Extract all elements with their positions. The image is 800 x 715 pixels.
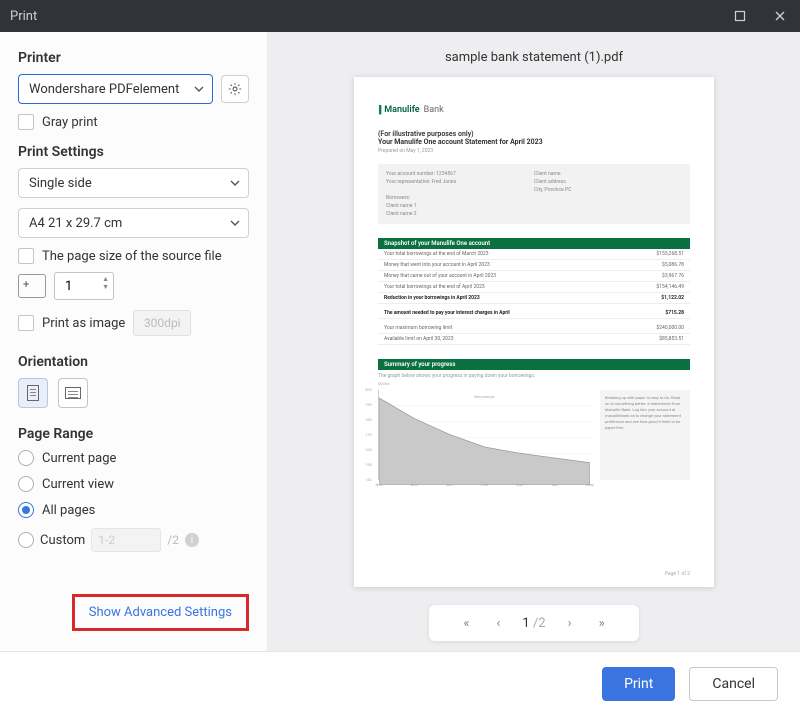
document-filename: sample bank statement (1).pdf [445,50,623,65]
pager-current: 1 [522,616,529,631]
maximize-icon [734,10,746,22]
preview-panel: sample bank statement (1).pdf ||| Manuli… [268,32,800,651]
chevron-down-icon [230,178,240,188]
copies-input[interactable]: 1 ▲▼ [54,272,114,300]
copies-value: 1 [65,279,72,294]
preview-line1: (For illustrative purposes only) [378,130,690,138]
dpi-input: 300dpi [133,310,191,336]
close-icon [774,10,786,22]
show-advanced-settings-link[interactable]: Show Advanced Settings [72,594,249,631]
gear-icon [228,82,242,96]
account-info-box: Your account number: 1234567Your represe… [378,164,690,224]
last-page-button[interactable]: » [594,616,610,631]
copies-icon [18,274,46,298]
label-current-view: Current view [42,477,114,492]
print-button[interactable]: Print [602,667,675,701]
radio-custom[interactable] [18,532,34,548]
table-row: Money that came out of your account in A… [378,271,690,282]
portrait-icon [27,385,39,401]
brand-sub: Bank [424,105,444,115]
preview-prepared: Prepared on May 1, 2023 [378,148,690,154]
radio-current-page[interactable] [18,450,34,466]
chevron-down-icon [194,84,204,94]
page-preview: ||| Manulife Bank (For illustrative purp… [354,77,714,587]
brand-name: Manulife [384,105,419,115]
page-navigator: « ‹ 1 /2 › » [429,605,639,641]
preview-page-number: Page 1 of 2 [665,571,690,577]
label-custom: Custom [40,533,85,548]
preview-line2: Your Manulife One account Statement for … [378,138,690,146]
side-value: Single side [29,176,92,191]
stepper-arrows-icon[interactable]: ▲▼ [102,275,109,291]
custom-range-input[interactable]: 1-2 [91,528,161,552]
page-range-label: Page Range [18,426,249,442]
printer-properties-button[interactable] [221,75,249,103]
titlebar: Print [0,0,800,32]
table-row: Your total borrowings at the end of Marc… [378,249,690,260]
custom-range-total: /2 [167,533,179,547]
dpi-placeholder: 300dpi [144,316,181,330]
orientation-landscape-button[interactable] [58,378,88,408]
radio-current-view[interactable] [18,476,34,492]
gray-print-label: Gray print [42,115,98,130]
side-select[interactable]: Single side [18,168,249,198]
printer-selected-value: Wondershare PDFelement [29,82,179,97]
prev-page-button[interactable]: ‹ [490,616,506,631]
close-button[interactable] [760,0,800,32]
paper-size-select[interactable]: A4 21 x 29.7 cm [18,208,249,238]
brand-logo-icon: ||| [378,103,380,116]
table-row: Your total borrowings at the end of Apri… [378,282,690,293]
first-page-button[interactable]: « [458,616,474,631]
chevron-down-icon [230,218,240,228]
source-size-checkbox[interactable] [18,248,34,264]
print-dialog: Print Printer Wondershare PDFelement [0,0,800,715]
next-page-button[interactable]: › [562,616,578,631]
printer-section-label: Printer [18,50,249,66]
printer-select[interactable]: Wondershare PDFelement [18,74,213,104]
section2-sub: The graph below shows your progress in p… [378,373,690,379]
table-row: The amount needed to pay your interest c… [378,308,690,319]
table-row: Reduction in your borrowings in April 20… [378,293,690,304]
progress-chart: Borrowings 140150160170180190200 NovDecJ… [378,390,590,480]
table-row: Available limit on April 30, 2023$85,853… [378,334,690,345]
settings-panel: Printer Wondershare PDFelement Gray prin… [0,32,268,651]
landscape-icon [65,387,81,399]
orientation-label: Orientation [18,354,249,370]
source-size-label: The page size of the source file [42,249,222,264]
print-as-image-checkbox[interactable] [18,315,34,331]
cancel-button[interactable]: Cancel [689,667,778,701]
aside-note: Breaking up with paper is easy to do. Re… [600,390,690,480]
gray-print-checkbox[interactable] [18,114,34,130]
custom-range-placeholder: 1-2 [98,533,115,547]
paper-value: A4 21 x 29.7 cm [29,216,122,231]
window-title: Print [10,9,37,24]
table-row: Your maximum borrowing limit$240,000.00 [378,323,690,334]
section2-header: Summary of your progress [378,359,690,370]
section1-header: Snapshot of your Manulife One account [378,238,690,249]
label-current-page: Current page [42,451,116,466]
info-icon[interactable]: i [185,533,199,547]
dialog-footer: Print Cancel [0,651,800,715]
print-as-image-label: Print as image [42,316,125,331]
orientation-portrait-button[interactable] [18,378,48,408]
table-row: Money that went into your account in Apr… [378,260,690,271]
print-settings-label: Print Settings [18,144,249,160]
radio-all-pages[interactable] [18,502,34,518]
maximize-button[interactable] [720,0,760,32]
pager-total: /2 [533,616,546,631]
label-all-pages: All pages [42,503,95,518]
